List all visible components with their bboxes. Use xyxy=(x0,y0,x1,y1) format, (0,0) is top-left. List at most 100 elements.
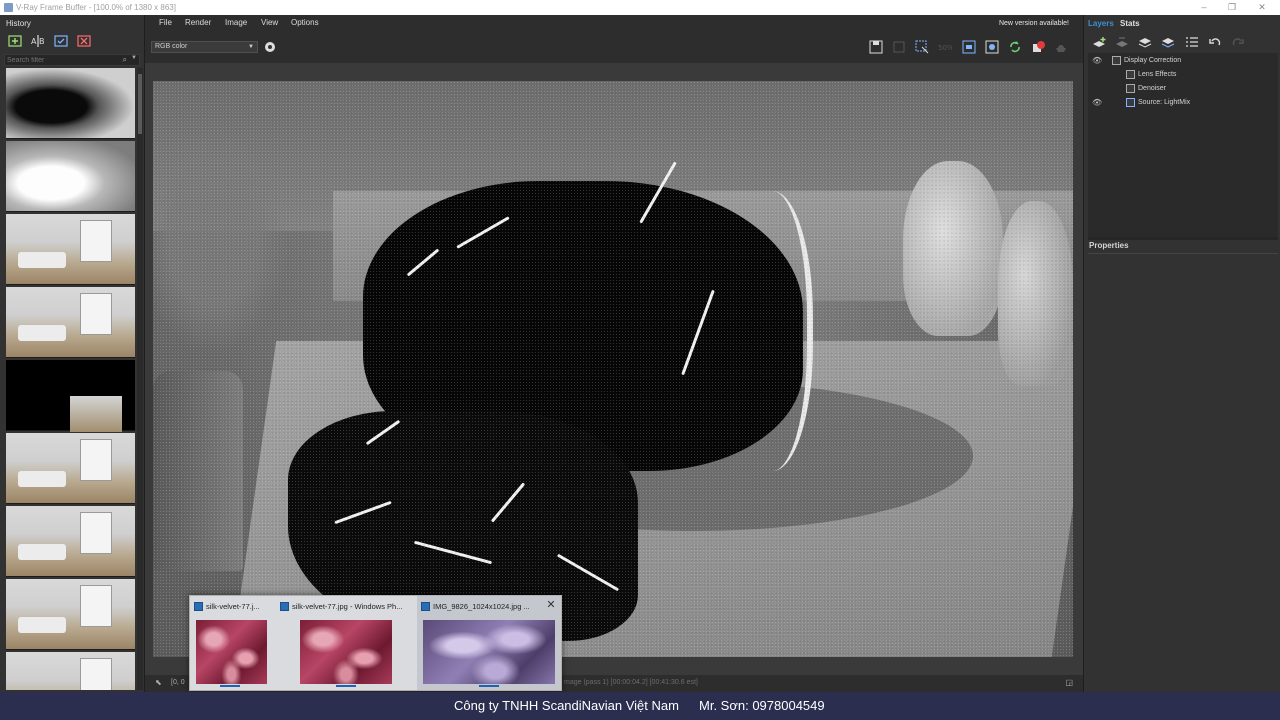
color-picker-icon[interactable] xyxy=(262,39,278,55)
history-item[interactable] xyxy=(6,287,135,358)
menu-file[interactable]: File xyxy=(159,18,172,27)
channel-select-value: RGB color xyxy=(155,43,188,50)
teapot-render-icon[interactable] xyxy=(1053,39,1069,55)
preview-thumbnail xyxy=(196,620,267,684)
active-indicator xyxy=(336,685,356,687)
history-item[interactable] xyxy=(6,360,135,432)
preview-card-header: silk-velvet-77.j... xyxy=(194,600,260,612)
refresh-render-icon[interactable] xyxy=(1007,39,1023,55)
resize-grip-icon[interactable]: ◲ xyxy=(1065,678,1073,687)
filter-dropdown-icon[interactable]: ▼ xyxy=(131,55,137,61)
photos-app-icon xyxy=(421,601,430,611)
layer-row-source-lightmix[interactable]: 👁 Source: LightMix xyxy=(1088,97,1278,111)
region-select-icon[interactable] xyxy=(961,39,977,55)
restore-icon[interactable]: ❐ xyxy=(1222,1,1242,13)
preview-card[interactable]: silk-velvet-77.j... xyxy=(190,596,275,690)
history-item[interactable] xyxy=(6,214,135,285)
layer-folder-icon xyxy=(1112,56,1121,65)
layer-row-denoiser[interactable]: Denoiser xyxy=(1088,83,1278,97)
add-layer-icon[interactable] xyxy=(1090,34,1108,50)
company-name: Công ty TNHH ScandiNavian Việt Nam xyxy=(454,698,679,713)
search-icon[interactable]: ⌕ xyxy=(123,55,127,65)
layers-panel: Layers Stats 👁 Display Correction Lens E… xyxy=(1083,15,1280,692)
eye-icon[interactable]: 👁 xyxy=(1092,99,1102,107)
render-progress-text: mage (pass 1) [00:00:04.2] [00:41:30.6 e… xyxy=(564,679,698,686)
vfb-toolbar: RGB color ▼ 50% xyxy=(145,31,1083,63)
active-indicator xyxy=(479,685,499,687)
divider xyxy=(1088,253,1278,254)
layers-tree: 👁 Display Correction Lens Effects Denois… xyxy=(1088,53,1278,238)
delete-layer-icon[interactable] xyxy=(1113,34,1131,50)
redo-icon[interactable] xyxy=(1229,34,1247,50)
tab-layers[interactable]: Layers xyxy=(1088,19,1114,28)
close-preview-icon[interactable]: ✕ xyxy=(545,599,557,611)
new-version-notice[interactable]: New version available! xyxy=(999,20,1069,27)
layer-name: Source: LightMix xyxy=(1138,99,1191,106)
panel-splitter[interactable] xyxy=(1088,237,1278,240)
history-scrollbar[interactable] xyxy=(137,68,143,690)
render-noise xyxy=(153,81,1073,657)
preview-card-title: IMG_9826_1024x1024.jpg ... xyxy=(433,601,530,611)
history-item[interactable] xyxy=(6,506,135,577)
contact-info: Mr. Sơn: 0978004549 xyxy=(699,698,825,713)
save-layers-icon[interactable] xyxy=(1136,34,1154,50)
history-panel: History AB ⌕ ▼ xyxy=(0,15,145,692)
photos-app-icon xyxy=(280,601,289,611)
region-render-icon[interactable]: 50% xyxy=(937,39,953,55)
clear-image-icon[interactable] xyxy=(891,39,907,55)
stop-render-icon[interactable] xyxy=(1030,39,1046,55)
svg-text:B: B xyxy=(39,37,45,46)
menu-render[interactable]: Render xyxy=(185,18,211,27)
eye-icon[interactable]: 👁 xyxy=(1092,57,1102,65)
save-to-history-icon[interactable] xyxy=(6,33,24,49)
plus-icon xyxy=(1126,70,1135,79)
load-history-icon[interactable] xyxy=(52,33,70,49)
menu-view[interactable]: View xyxy=(261,18,278,27)
pixel-info-icon[interactable]: ⬉ xyxy=(155,678,162,687)
svg-text:50%: 50% xyxy=(938,44,952,52)
channel-select[interactable]: RGB color ▼ xyxy=(151,41,258,53)
layer-name: Lens Effects xyxy=(1138,71,1177,78)
history-toolbar: AB xyxy=(4,33,142,51)
history-item[interactable] xyxy=(6,652,135,690)
history-item[interactable] xyxy=(6,68,135,139)
window-title: V-Ray Frame Buffer - [100.0% of 1380 x 8… xyxy=(16,3,176,12)
active-indicator xyxy=(220,685,240,687)
tab-stats[interactable]: Stats xyxy=(1120,19,1140,28)
layer-row-lens-effects[interactable]: Lens Effects xyxy=(1088,69,1278,83)
render-last-icon[interactable] xyxy=(984,39,1000,55)
pixel-coords: [0, 0 xyxy=(171,679,185,686)
history-filter[interactable]: ⌕ ▼ xyxy=(4,54,140,66)
preview-card-title: silk-velvet-77.j... xyxy=(206,601,260,611)
minimize-icon[interactable]: – xyxy=(1194,1,1214,13)
preview-card[interactable]: silk-velvet-77.jpg - Windows Ph... xyxy=(276,596,416,690)
preview-card[interactable]: IMG_9826_1024x1024.jpg ... ✕ xyxy=(417,596,561,690)
layers-toolbar xyxy=(1088,34,1278,52)
search-filter-input[interactable] xyxy=(5,55,111,66)
list-icon[interactable] xyxy=(1183,34,1201,50)
menu-options[interactable]: Options xyxy=(291,18,319,27)
vray-app-icon xyxy=(4,3,13,12)
menu-image[interactable]: Image xyxy=(225,18,247,27)
remove-history-icon[interactable] xyxy=(75,33,93,49)
track-mouse-icon[interactable] xyxy=(914,39,930,55)
close-icon[interactable]: ✕ xyxy=(1252,1,1272,13)
preview-card-header: IMG_9826_1024x1024.jpg ... xyxy=(421,600,530,612)
history-item[interactable] xyxy=(6,433,135,504)
layer-name: Denoiser xyxy=(1138,85,1167,92)
render-viewport[interactable] xyxy=(145,63,1083,675)
undo-icon[interactable] xyxy=(1206,34,1224,50)
rendered-image[interactable] xyxy=(153,81,1073,657)
preview-card-header: silk-velvet-77.jpg - Windows Ph... xyxy=(280,600,402,612)
history-item[interactable] xyxy=(6,141,135,212)
preview-card-title: silk-velvet-77.jpg - Windows Ph... xyxy=(292,601,403,611)
properties-title: Properties xyxy=(1089,241,1129,250)
title-bar: V-Ray Frame Buffer - [100.0% of 1380 x 8… xyxy=(0,0,1280,15)
history-thumbnails xyxy=(4,68,136,690)
layer-row-display-correction[interactable]: 👁 Display Correction xyxy=(1088,55,1278,69)
save-image-icon[interactable] xyxy=(868,39,884,55)
load-layers-icon[interactable] xyxy=(1159,34,1177,50)
history-item[interactable] xyxy=(6,579,135,650)
ab-compare-icon[interactable]: AB xyxy=(29,33,47,49)
taskbar-preview-popup: silk-velvet-77.j... silk-velvet-77.jpg -… xyxy=(189,595,562,691)
